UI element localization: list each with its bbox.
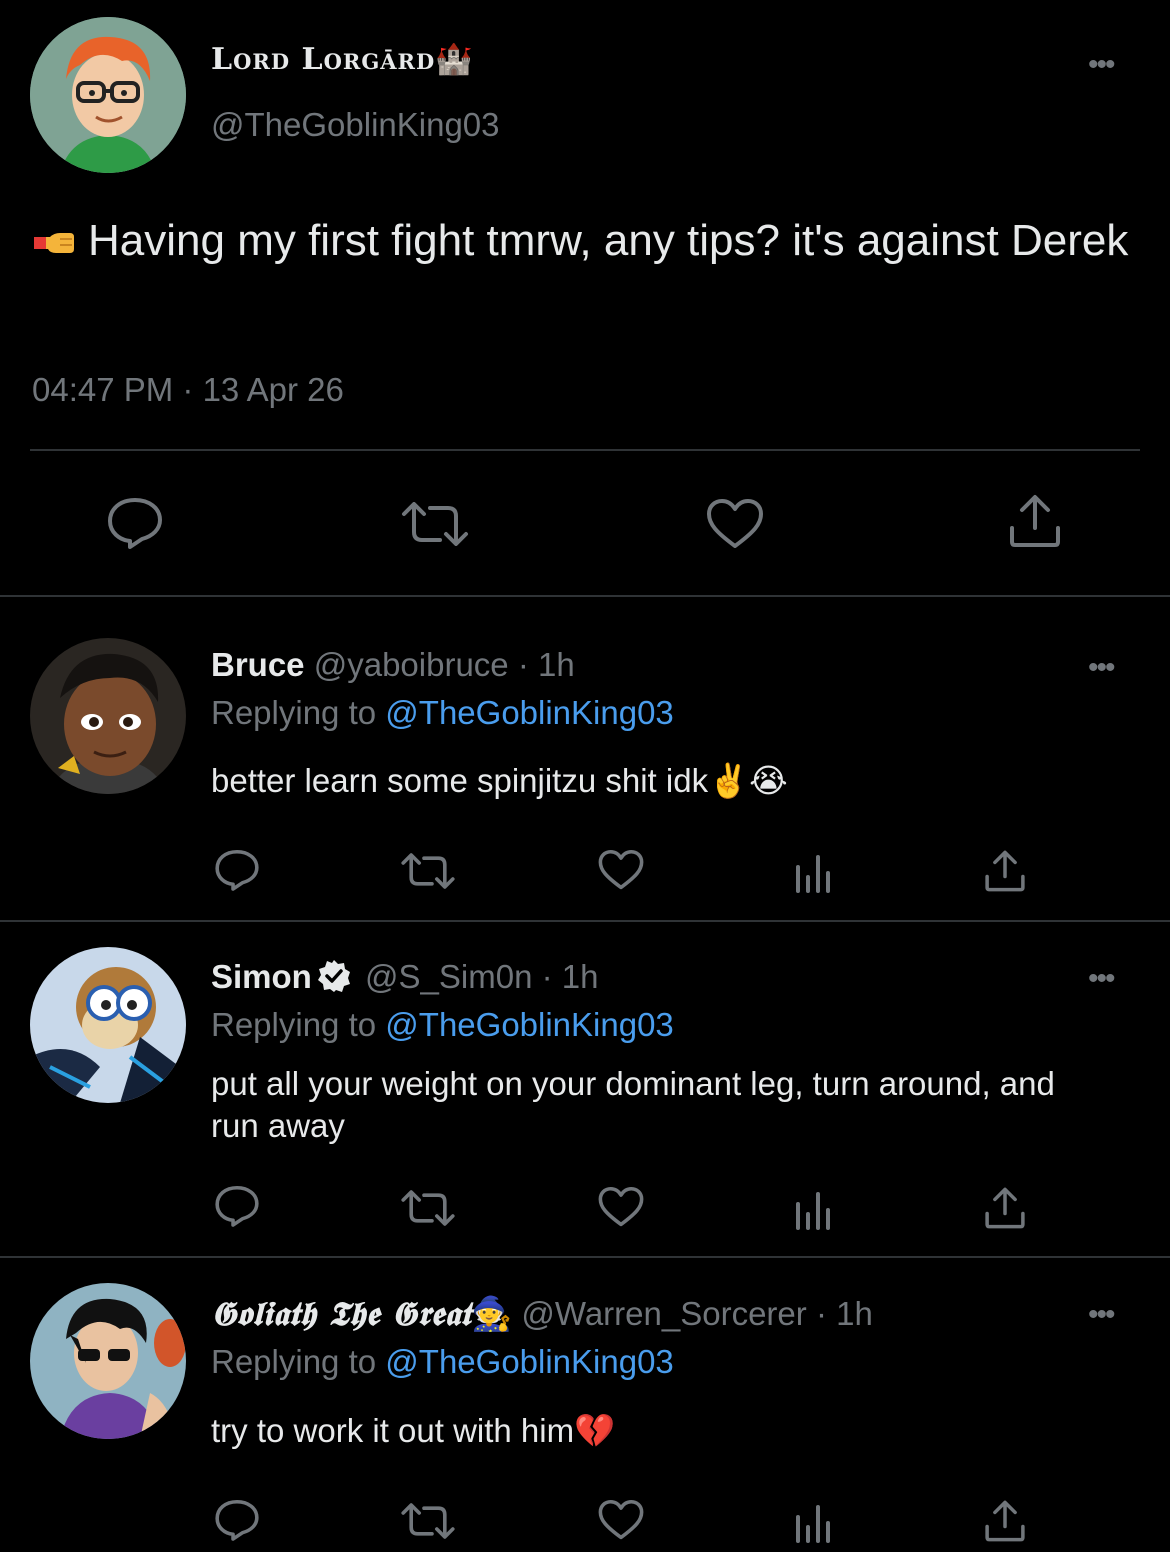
reply-body: better learn some spinjitzu shit idk [211, 762, 709, 799]
timestamp[interactable]: · 1h [816, 1295, 873, 1332]
share-icon [985, 1500, 1025, 1542]
divider [30, 449, 1140, 451]
retweet-icon [401, 1190, 455, 1226]
reply-header: Simon @S_Sim0n · 1h [211, 958, 598, 996]
reply-icon [215, 849, 259, 891]
user-handle[interactable]: @S_Sim0n [365, 958, 532, 995]
retweet-icon [401, 853, 455, 889]
more-options-icon[interactable]: ••• [1088, 1300, 1115, 1330]
avatar[interactable] [30, 947, 186, 1103]
like-icon [598, 849, 644, 890]
share-button[interactable] [984, 1187, 1026, 1229]
share-button[interactable] [984, 1500, 1026, 1542]
replying-to: Replying to @TheGoblinKing03 [211, 1343, 674, 1381]
analytics-button[interactable] [794, 853, 832, 893]
avatar-image [30, 638, 186, 794]
timestamp[interactable]: · 1h [518, 646, 575, 683]
avatar-image [30, 17, 186, 173]
like-icon [598, 1499, 644, 1540]
more-options-icon[interactable]: ••• [1088, 50, 1115, 80]
avatar[interactable] [30, 1283, 186, 1439]
display-name[interactable]: Lord Lorgārd🏰 [211, 42, 474, 77]
reply-icon [108, 498, 162, 549]
name-emoji: 🧙 [471, 1295, 513, 1332]
reply-icon [215, 1185, 259, 1227]
replying-to: Replying to @TheGoblinKing03 [211, 694, 674, 732]
reply-text: better learn some spinjitzu shit idk✌️😭 [211, 760, 1111, 802]
main-tweet: Lord Lorgārd🏰 @TheGoblinKing03 ••• Havin… [0, 0, 1170, 596]
retweet-icon [401, 1503, 455, 1539]
reply-tweet: 𝕲𝖔𝖑𝖎𝖆𝖙𝖍 𝕿𝖍𝖊 𝕲𝖗𝖊𝖆𝖙🧙 @Warren_Sorcerer · 1h… [0, 1258, 1170, 1552]
mention-link[interactable]: @TheGoblinKing03 [385, 694, 674, 731]
like-button[interactable] [598, 1499, 644, 1541]
share-icon [985, 1187, 1025, 1229]
retweet-button[interactable] [400, 853, 456, 889]
timestamp[interactable]: 04:47 PM · 13 Apr 26 [32, 371, 344, 409]
more-options-icon[interactable]: ••• [1088, 653, 1115, 683]
like-button[interactable] [598, 1186, 644, 1228]
verified-badge-icon [317, 960, 350, 992]
like-button[interactable] [598, 849, 644, 891]
more-options-icon[interactable]: ••• [1088, 964, 1115, 994]
reply-button[interactable] [214, 848, 260, 892]
fist-emoji-icon [34, 233, 74, 253]
share-button[interactable] [984, 850, 1026, 892]
tweet-text: Having my first fight tmrw, any tips? it… [32, 212, 1132, 269]
display-name[interactable]: 𝕲𝖔𝖑𝖎𝖆𝖙𝖍 𝕿𝖍𝖊 𝕲𝖗𝖊𝖆𝖙 [211, 1294, 471, 1333]
like-icon [598, 1186, 644, 1227]
avatar-image [30, 1283, 186, 1439]
reply-body: try to work it out with him [211, 1412, 575, 1449]
like-button[interactable] [706, 498, 764, 550]
share-button[interactable] [1008, 494, 1062, 548]
emoji-text: ✌️😭 [708, 762, 788, 799]
mention-link[interactable]: @TheGoblinKing03 [385, 1343, 674, 1380]
share-icon [1010, 495, 1060, 547]
replying-label: Replying to [211, 694, 377, 731]
retweet-icon [402, 502, 468, 546]
avatar[interactable] [30, 638, 186, 794]
reply-tweet: Bruce @yaboibruce · 1h ••• Replying to @… [0, 597, 1170, 921]
retweet-button[interactable] [400, 1503, 456, 1539]
retweet-button[interactable] [400, 502, 470, 546]
reply-text: put all your weight on your dominant leg… [211, 1065, 1055, 1144]
reply-button[interactable] [214, 1184, 260, 1228]
like-icon [707, 499, 763, 548]
tweet-body: Having my first fight tmrw, any tips? it… [88, 216, 1129, 265]
reply-text: try to work it out with him💔 [211, 1410, 1111, 1452]
avatar-image [30, 947, 186, 1103]
analytics-icon [796, 855, 830, 893]
user-handle[interactable]: @yaboibruce [314, 646, 509, 683]
retweet-button[interactable] [400, 1190, 456, 1226]
display-name[interactable]: Simon [211, 958, 312, 995]
analytics-button[interactable] [794, 1190, 832, 1230]
reply-icon [215, 1499, 259, 1541]
reply-header: Bruce @yaboibruce · 1h [211, 646, 575, 684]
user-handle[interactable]: @TheGoblinKing03 [211, 106, 500, 144]
user-handle[interactable]: @Warren_Sorcerer [521, 1295, 806, 1332]
reply-button[interactable] [214, 1498, 260, 1542]
share-icon [985, 850, 1025, 892]
reply-tweet: Simon @S_Sim0n · 1h ••• Replying to @The… [0, 922, 1170, 1256]
emoji-text: 💔 [574, 1412, 616, 1449]
timestamp[interactable]: · 1h [542, 958, 599, 995]
analytics-icon [796, 1505, 830, 1543]
reply-button[interactable] [106, 496, 164, 550]
avatar[interactable] [30, 17, 186, 173]
display-name[interactable]: Bruce [211, 646, 305, 683]
mention-link[interactable]: @TheGoblinKing03 [385, 1006, 674, 1043]
reply-header: 𝕲𝖔𝖑𝖎𝖆𝖙𝖍 𝕿𝖍𝖊 𝕲𝖗𝖊𝖆𝖙🧙 @Warren_Sorcerer · 1h [211, 1294, 873, 1334]
replying-label: Replying to [211, 1343, 377, 1380]
replying-label: Replying to [211, 1006, 377, 1043]
replying-to: Replying to @TheGoblinKing03 [211, 1006, 674, 1044]
analytics-icon [796, 1192, 830, 1230]
analytics-button[interactable] [794, 1503, 832, 1543]
